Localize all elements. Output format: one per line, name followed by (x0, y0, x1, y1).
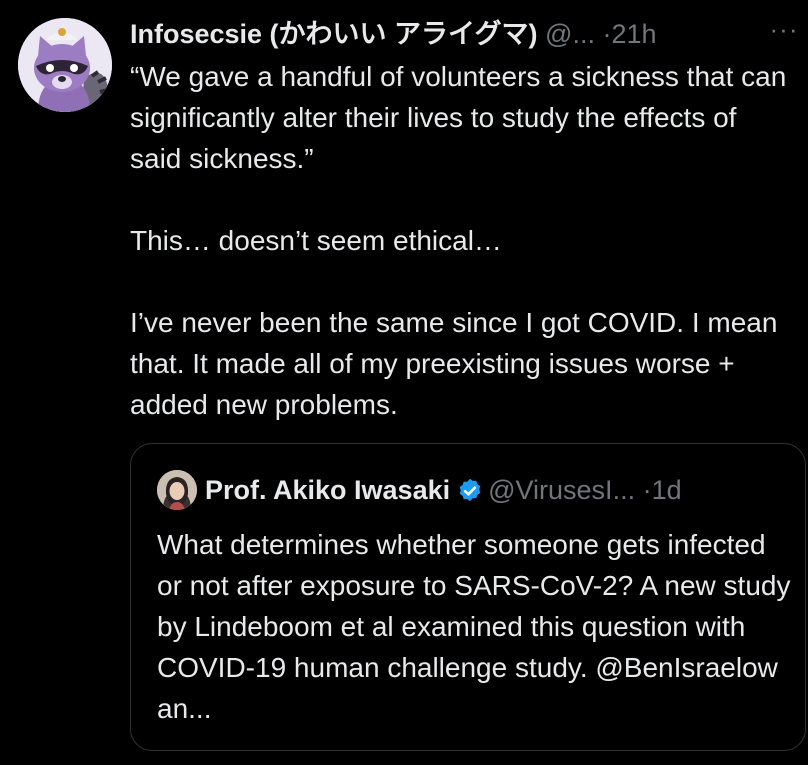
tweet-paragraph: This… doesn’t seem ethical… (130, 225, 502, 256)
tweet-header: Infosecsie (かわいい アライグマ) @... ·21h (130, 14, 790, 54)
tweet-timestamp[interactable]: 21h (611, 19, 656, 49)
author-display-name[interactable]: Infosecsie (かわいい アライグマ) (130, 19, 538, 49)
tweet[interactable]: Infosecsie (かわいい アライグマ) @... ·21h ··· “W… (0, 0, 808, 765)
person-avatar-icon (157, 469, 197, 510)
author-handle[interactable]: @... (545, 19, 595, 49)
raccoon-avatar-icon (18, 18, 112, 112)
more-options-icon[interactable]: ··· (766, 16, 802, 42)
quoted-header-separator: · (642, 475, 652, 505)
tweet-text: “We gave a handful of volunteers a sickn… (130, 56, 790, 425)
tweet-paragraph: I’ve never been the same since I got COV… (130, 307, 786, 420)
quoted-author-avatar[interactable] (157, 469, 197, 510)
verified-badge-icon (456, 476, 484, 504)
quoted-tweet-text: What determines whether someone gets inf… (157, 529, 791, 724)
quoted-author-display-name[interactable]: Prof. Akiko Iwasaki (205, 475, 450, 505)
author-avatar[interactable] (18, 18, 112, 112)
quoted-tweet-header: Prof. Akiko Iwasaki @VirusesI... ·1d (157, 469, 682, 510)
tweet-paragraph: “We gave a handful of volunteers a sickn… (130, 61, 795, 174)
quoted-tweet-timestamp[interactable]: 1d (652, 475, 682, 505)
quoted-author-handle[interactable]: @VirusesI... (488, 475, 635, 505)
quoted-tweet-card[interactable]: Prof. Akiko Iwasaki @VirusesI... ·1d What… (130, 443, 806, 751)
